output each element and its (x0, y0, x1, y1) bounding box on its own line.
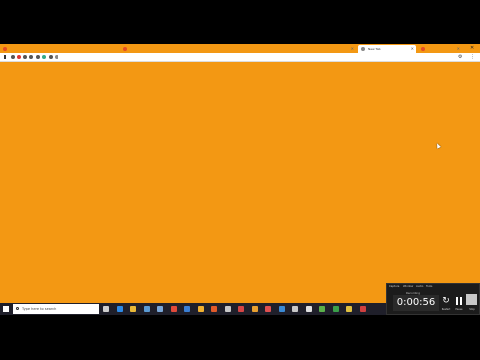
menu-item-capture[interactable]: Capture (389, 284, 399, 290)
menu-item-tools[interactable]: Tools (426, 284, 432, 290)
browser-tab-2[interactable]: ✕ (120, 45, 356, 53)
extensions-icon[interactable]: ⚙ (458, 54, 462, 61)
extension-icon[interactable] (23, 55, 27, 59)
browser-toolbar: ⚙ ⋮ (0, 53, 480, 62)
restart-label: Restart (441, 308, 451, 311)
app-icon-10[interactable] (224, 306, 231, 312)
close-window-button[interactable]: ✕ (470, 44, 474, 53)
file-explorer-icon[interactable] (130, 306, 136, 312)
search-placeholder: Type here to search (22, 307, 57, 311)
recorder-menu: Capture Window Audio Tools (387, 284, 480, 290)
sidebar-icon[interactable] (4, 55, 6, 59)
chrome-icon[interactable] (170, 306, 177, 312)
tab-favicon-icon (123, 47, 127, 51)
app-icon-15[interactable] (292, 306, 298, 312)
browser-tab-4[interactable]: ✕ (418, 45, 462, 53)
screen: ✕ New Tab ✕ ✕ ✕ ⚙ ⋮ Type here to search … (0, 0, 480, 360)
pause-icon (456, 297, 458, 305)
close-icon[interactable]: ✕ (457, 45, 460, 53)
extension-icon[interactable] (49, 55, 53, 59)
tab-favicon-icon (361, 47, 365, 51)
close-icon[interactable]: ✕ (411, 45, 414, 53)
mail-icon[interactable] (157, 306, 163, 312)
app-icon-11[interactable] (238, 306, 244, 312)
edge-icon[interactable] (116, 306, 123, 312)
browser-tab-1[interactable] (0, 45, 120, 53)
app-icon-19[interactable] (346, 306, 352, 312)
extension-icon[interactable] (11, 55, 15, 59)
more-icon[interactable]: ⋮ (470, 54, 475, 61)
taskbar-search-input[interactable]: Type here to search (13, 304, 99, 314)
address-bar[interactable] (58, 54, 454, 61)
app-icon-7[interactable] (184, 306, 190, 312)
taskbar: Type here to search (0, 303, 388, 315)
store-icon[interactable] (143, 306, 150, 312)
recording-timer: 0:00:56 (393, 295, 439, 311)
app-icon-20[interactable] (359, 306, 366, 312)
menu-item-audio[interactable]: Audio (416, 284, 423, 290)
extension-icon[interactable] (29, 55, 33, 59)
app-icon-16[interactable] (305, 306, 312, 312)
app-icon-12[interactable] (251, 306, 258, 312)
browser-tab-3[interactable]: New Tab ✕ (358, 45, 416, 53)
menu-item-window[interactable]: Window (403, 284, 413, 290)
pause-button[interactable] (454, 295, 464, 307)
extension-icon[interactable] (42, 55, 46, 59)
task-view-icon[interactable] (103, 306, 109, 312)
search-icon (16, 307, 19, 310)
extension-icon[interactable] (17, 55, 21, 59)
app-icon-9[interactable] (211, 306, 217, 312)
app-icon-13[interactable] (265, 306, 271, 312)
tab-title: New Tab (368, 47, 381, 51)
app-icon-8[interactable] (197, 306, 204, 312)
windows-start-icon[interactable] (3, 306, 9, 312)
tab-favicon-icon (3, 47, 7, 51)
stop-label: Stop (469, 308, 475, 311)
close-icon[interactable]: ✕ (351, 45, 354, 53)
pause-label: Pause (455, 308, 463, 311)
page-canvas (0, 44, 480, 315)
app-icon-17[interactable] (319, 306, 325, 312)
app-icon-14[interactable] (278, 306, 285, 312)
restart-button[interactable]: ↻ (441, 295, 451, 307)
browser-tab-strip: ✕ New Tab ✕ ✕ ✕ (0, 44, 480, 53)
stop-button[interactable] (466, 294, 477, 305)
tab-favicon-icon (421, 47, 425, 51)
extension-icon[interactable] (36, 55, 40, 59)
app-icon-18[interactable] (332, 306, 339, 312)
